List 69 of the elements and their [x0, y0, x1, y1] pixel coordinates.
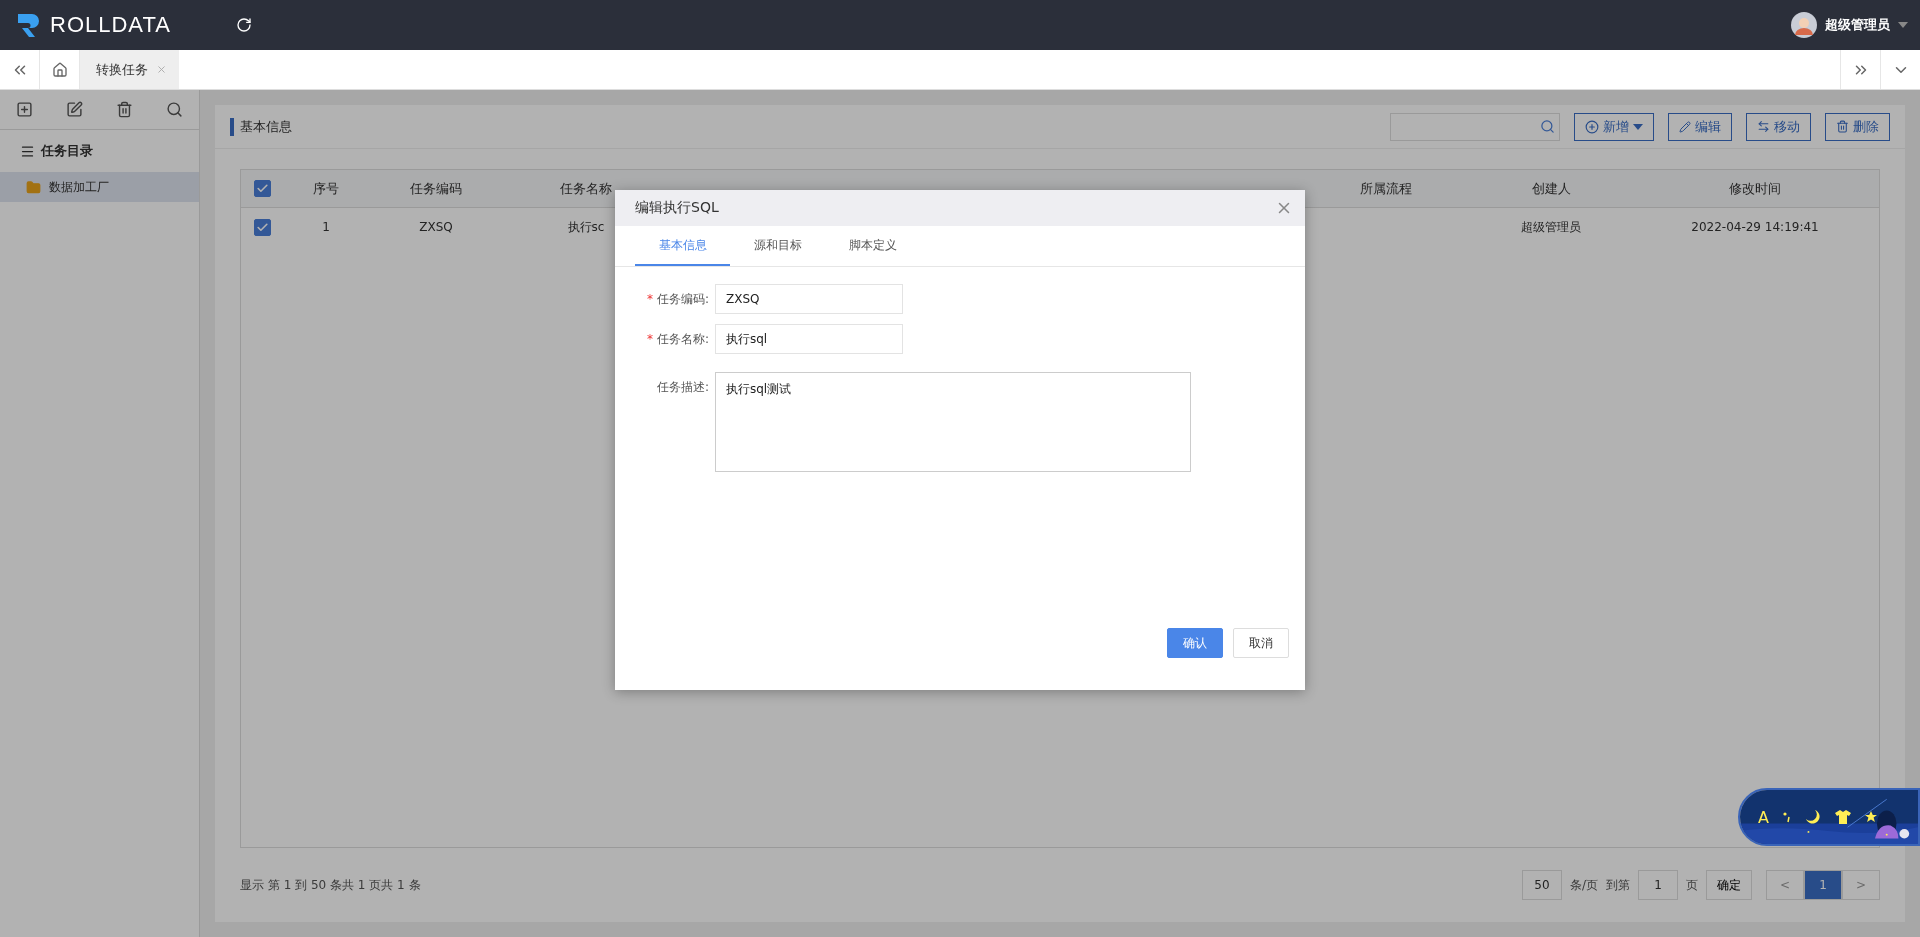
menu-icon: [20, 143, 35, 159]
dialog-tab[interactable]: 脚本定义: [825, 226, 920, 266]
page-input[interactable]: 1: [1638, 870, 1678, 900]
sparkle-icon[interactable]: [1782, 811, 1791, 823]
caret-icon: [1633, 123, 1643, 130]
check-icon: [256, 220, 269, 234]
column-header: 修改时间: [1728, 179, 1782, 198]
toolbar-button[interactable]: 移动: [1746, 112, 1811, 141]
folder-icon: [26, 179, 41, 195]
confirm-button[interactable]: 确认: [1167, 628, 1223, 658]
tree-item[interactable]: 数据加工厂: [0, 172, 199, 202]
star-icon[interactable]: [1864, 811, 1877, 823]
arrows-icon: [1757, 120, 1770, 133]
per-page-label: 条/页: [1569, 876, 1598, 894]
table-cell-text: 2022-04-29 14:19:41: [1690, 220, 1820, 234]
table-cell-text: ZXSQ: [418, 220, 454, 234]
search-icon[interactable]: [165, 101, 183, 118]
logo-text: ROLLDATA: [50, 12, 171, 38]
input-field[interactable]: ZXSQ: [715, 284, 903, 314]
input-field[interactable]: 执行sql: [715, 324, 903, 354]
row-checkbox[interactable]: [254, 218, 271, 236]
goto-label: 到第: [1606, 876, 1630, 894]
add-folder-icon[interactable]: [16, 101, 34, 118]
panel-title: 基本信息: [230, 117, 292, 136]
font-icon[interactable]: A: [1758, 807, 1769, 827]
table-cell-text: 1: [321, 220, 331, 234]
go-button[interactable]: 确定: [1706, 870, 1752, 900]
field-label: 任务描述:: [655, 379, 710, 396]
page-size-field[interactable]: 50: [1521, 870, 1562, 900]
field-label: * 任务名称:: [645, 331, 710, 348]
dialog-tab[interactable]: 基本信息: [635, 226, 730, 266]
logo-icon: [16, 11, 42, 39]
shirt-icon[interactable]: [1834, 810, 1851, 824]
dialog-tab[interactable]: 源和目标: [730, 226, 825, 266]
page-button[interactable]: 1: [1804, 870, 1842, 900]
column-header: 序号: [312, 179, 340, 198]
select-all-checkbox[interactable]: [254, 180, 271, 197]
page-unit-label: 页: [1686, 876, 1698, 894]
search-field[interactable]: [1390, 112, 1560, 141]
field-label: * 任务编码:: [645, 291, 710, 308]
user-name[interactable]: 超级管理员: [1825, 16, 1890, 34]
cancel-button[interactable]: 取消: [1233, 628, 1289, 658]
home-icon[interactable]: [51, 61, 68, 78]
avatar-icon[interactable]: [1791, 12, 1817, 38]
toolbar-button[interactable]: 编辑: [1668, 112, 1732, 141]
table-cell-text: 执行sc: [566, 218, 606, 236]
search-icon[interactable]: [1540, 119, 1555, 134]
caret-icon[interactable]: [1898, 22, 1908, 28]
column-header: 任务编码: [409, 179, 463, 198]
check-icon: [256, 182, 269, 195]
plus-icon: [1585, 119, 1599, 134]
trash-icon: [1836, 120, 1849, 133]
pencil-icon: [1679, 120, 1691, 133]
edit-icon[interactable]: [66, 101, 84, 118]
column-header: 所属流程: [1359, 179, 1413, 198]
trash-icon[interactable]: [115, 101, 133, 118]
toolbar-button[interactable]: 新增: [1574, 112, 1654, 141]
page-tab[interactable]: 转换任务: [80, 50, 179, 89]
refresh-icon[interactable]: [236, 17, 252, 33]
description-field[interactable]: 执行sql测试: [715, 372, 1191, 472]
page-summary: 显示 第 1 到 50 条共 1 页共 1 条: [240, 876, 421, 894]
table-cell-text: 超级管理员: [1520, 218, 1582, 236]
column-header: 创建人: [1530, 179, 1572, 198]
tree-title: 任务目录: [41, 142, 93, 160]
dialog-title: 编辑执行SQL: [635, 199, 719, 217]
moon-icon[interactable]: [1804, 809, 1821, 825]
column-header: 任务名称: [559, 179, 613, 198]
theme-widget[interactable]: A: [1738, 788, 1920, 846]
toolbar-button[interactable]: 删除: [1825, 112, 1890, 141]
